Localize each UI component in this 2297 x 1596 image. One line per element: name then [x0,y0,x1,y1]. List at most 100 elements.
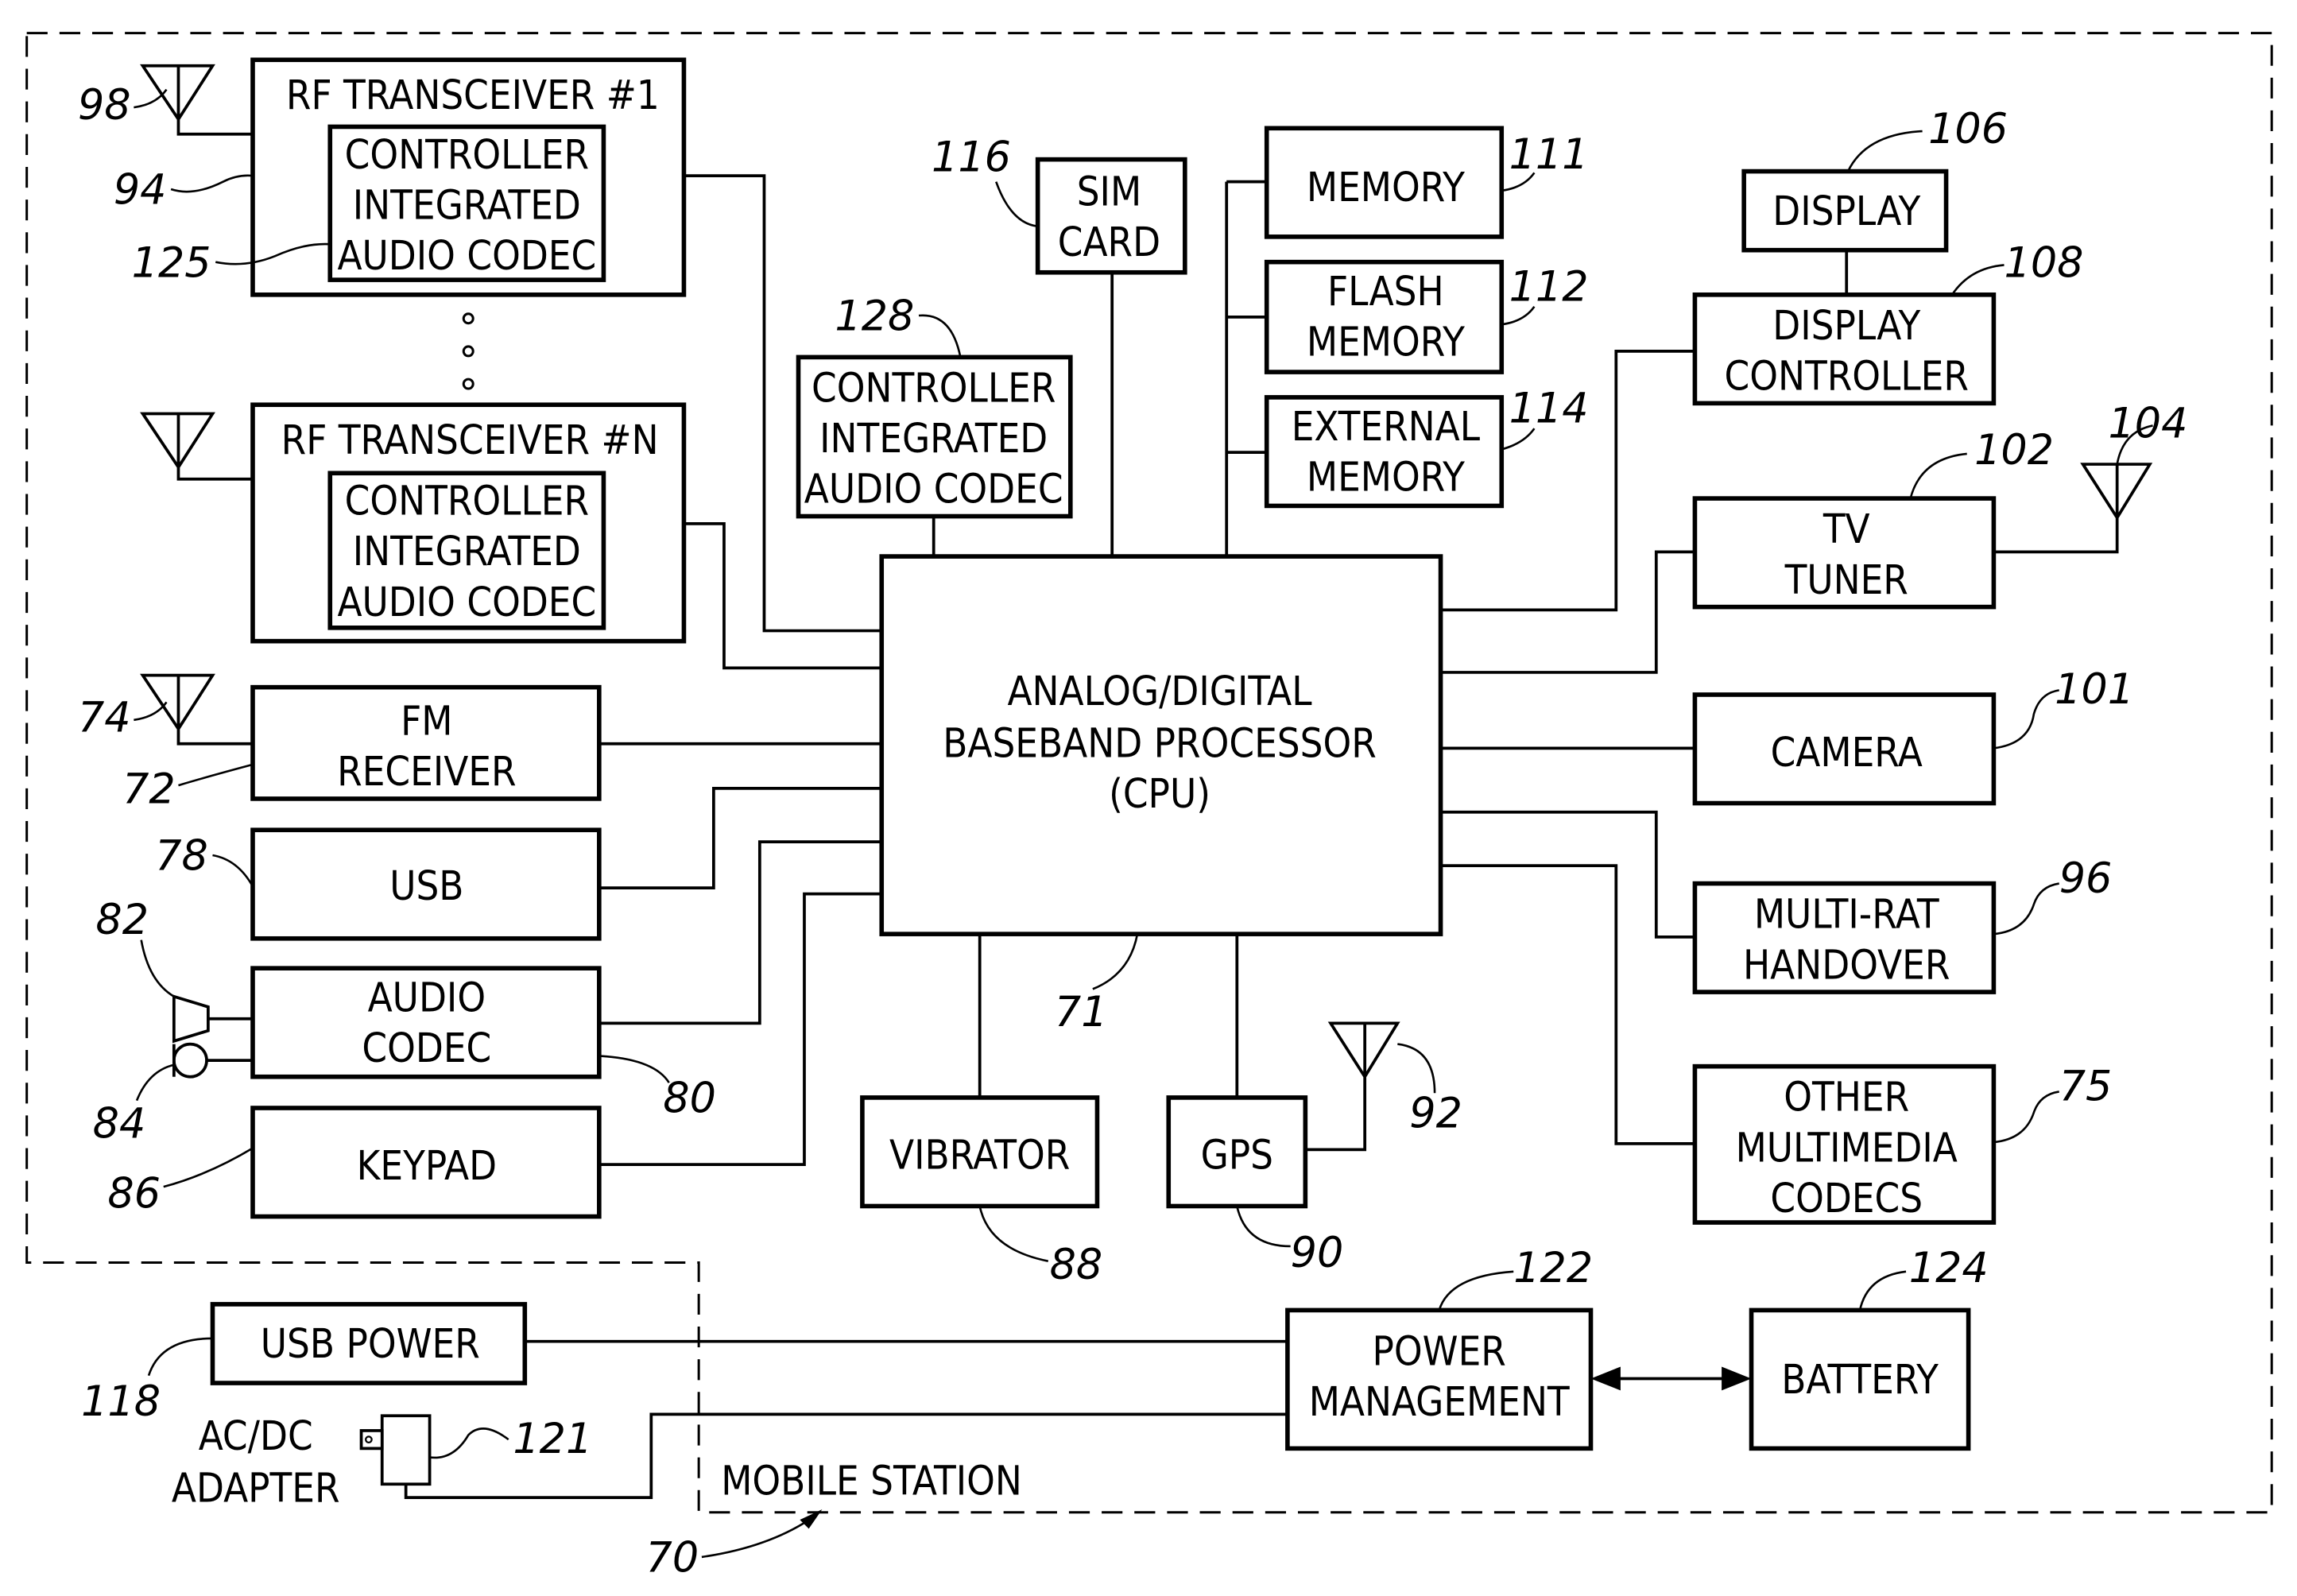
ref-75-leader [1993,1090,2059,1144]
rf1-inner-line: CONTROLLER [345,131,589,178]
battery-block: BATTERY [1749,1307,1971,1451]
ctrl128-line: INTEGRATED [819,415,1048,462]
ref-108-leader [1950,264,2005,296]
antenna-icon [1305,1021,1400,1152]
ref-88-leader [978,1206,1048,1262]
microphone-icon [172,1042,253,1079]
ref-80: 80 [663,1075,716,1123]
ref-71-leader [1092,933,1139,990]
ref-106: 106 [1928,105,2008,153]
camera-line: CAMERA [1771,729,1923,776]
usbpower-line: USB POWER [261,1320,480,1367]
rfn-inner-line: AUDIO CODEC [337,579,596,626]
ref-94: 94 [114,166,167,215]
gps-block: GPS [1166,1095,1308,1209]
ac-adapter-plug-icon [359,1414,432,1486]
tv-line: TV [1822,506,1870,552]
other-multimedia-codecs-block: OTHER MULTIMEDIA CODECS [1692,1063,1997,1225]
ref-82-leader [140,939,175,998]
ref-118: 118 [81,1377,161,1426]
flash-line: FLASH [1327,268,1444,315]
ref-106-leader [1846,130,1923,172]
ref-84: 84 [93,1099,146,1148]
mobile-station-label: MOBILE STATION [721,1457,1022,1504]
fm-line: RECEIVER [337,748,516,795]
ref-121: 121 [513,1415,592,1463]
tv-line: TUNER [1784,556,1908,603]
ref-70-arrow [701,1513,819,1559]
controller-integrated-audio-codec-128: CONTROLLER INTEGRATED AUDIO CODEC [796,354,1073,519]
antenna-icon [140,64,253,136]
block-diagram: MOBILE STATION 70 RF TRANSCEIVER #1 CONT… [25,32,2273,1582]
power-management-block: POWER MANAGEMENT [1285,1307,1594,1451]
keypad-block: KEYPAD [250,1106,602,1219]
display-ctrl-line: CONTROLLER [1725,353,1969,400]
antenna-icon [140,412,253,481]
ref-82: 82 [95,896,149,944]
ref-101: 101 [2055,665,2134,714]
rf-transceiver-n: RF TRANSCEIVER #N CONTROLLER INTEGRATED … [250,402,687,644]
rfn-title: RF TRANSCEIVER #N [281,416,659,463]
multi-rat-handover-block: MULTI-RAT HANDOVER [1692,881,1997,994]
acdc-line: ADAPTER [172,1465,340,1512]
ref-88: 88 [1050,1241,1103,1289]
ref-92: 92 [1409,1089,1462,1137]
display-ctrl-line: DISPLAY [1772,302,1920,349]
antenna-icon [1993,463,2153,554]
ref-118-leader [147,1337,213,1377]
ref-98: 98 [78,81,131,130]
rf-transceiver-1: RF TRANSCEIVER #1 CONTROLLER INTEGRATED … [250,57,687,297]
ref-80-leader [598,1055,670,1083]
rf1-title: RF TRANSCEIVER #1 [286,72,660,118]
tv-tuner-block: TV TUNER [1692,496,1997,610]
ref-70: 70 [646,1534,699,1582]
audio-line: AUDIO [368,974,486,1021]
ref-84-leader [135,1063,175,1102]
ref-71: 71 [1055,988,1108,1036]
ref-94-leader [170,174,254,193]
ref-86: 86 [107,1169,161,1218]
ref-102: 102 [1974,426,2054,475]
othermm-line: OTHER [1784,1074,1909,1121]
fm-receiver: FM RECEIVER [250,684,602,801]
ref-74: 74 [78,694,131,742]
vibrator-line: VIBRATOR [889,1132,1070,1179]
ref-125: 125 [132,238,211,287]
ref-114: 114 [1509,385,1589,433]
ref-78: 78 [155,832,208,881]
battery-line: BATTERY [1781,1356,1939,1403]
rf1-inner-line: AUDIO CODEC [337,232,596,279]
rfn-inner-line: CONTROLLER [345,478,589,525]
ref-96-leader [1993,882,2059,936]
ref-108: 108 [2005,238,2084,287]
usb-block: USB [250,827,602,941]
ref-101-leader [1993,689,2059,750]
rf1-inner-line: INTEGRATED [353,181,581,228]
usb-power-block: USB POWER [210,1302,528,1385]
ref-96: 96 [2059,854,2113,903]
keypad-line: KEYPAD [357,1142,497,1189]
cpu-block: ANALOG/DIGITAL BASEBAND PROCESSOR (CPU) [879,554,1443,936]
external-memory-block: EXTERNAL MEMORY [1264,395,1505,509]
multirat-line: MULTI-RAT [1754,891,1939,938]
bidirectional-arrow-icon [1590,1366,1752,1391]
sim-card: SIM CARD [1035,157,1187,275]
ref-90-leader [1236,1206,1291,1248]
ref-72-leader [178,763,254,787]
rfn-inner-line: INTEGRATED [353,528,581,575]
ref-124: 124 [1909,1244,1989,1292]
ref-121-leader [429,1427,509,1459]
ref-124-leader [1858,1270,1907,1311]
ref-112: 112 [1509,262,1589,311]
ellipsis-icon [462,312,475,390]
ref-104: 104 [2108,399,2187,447]
sim-line: CARD [1058,219,1160,265]
audio-codec: AUDIO CODEC [250,966,602,1079]
memory-line: MEMORY [1307,164,1465,211]
othermm-line: MULTIMEDIA [1736,1124,1958,1171]
ref-86-leader [163,1147,254,1188]
display-block: DISPLAY [1741,169,1949,253]
external-line: MEMORY [1307,454,1465,501]
power-line: POWER [1373,1328,1506,1375]
camera-block: CAMERA [1692,692,1997,806]
